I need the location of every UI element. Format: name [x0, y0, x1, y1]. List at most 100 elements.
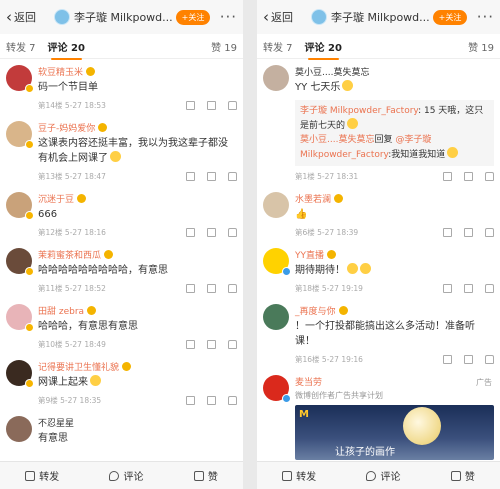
- comment-icon[interactable]: [207, 395, 216, 405]
- like-icon[interactable]: [228, 395, 237, 405]
- share-icon[interactable]: [186, 283, 195, 293]
- comment-username[interactable]: 田甜 zebra: [38, 304, 84, 317]
- avatar[interactable]: [263, 192, 289, 218]
- comment-icon[interactable]: [464, 283, 473, 293]
- account-header[interactable]: 李子璇 Milkpowd... +关注: [54, 9, 214, 25]
- like-icon[interactable]: [228, 171, 237, 181]
- comment-username[interactable]: 水墨若澜: [295, 192, 331, 205]
- ad-tag[interactable]: 广告: [476, 377, 492, 388]
- share-icon[interactable]: [186, 339, 195, 349]
- more-icon[interactable]: ···: [220, 9, 237, 25]
- like-icon[interactable]: [485, 354, 494, 364]
- badge-icon: [87, 306, 97, 315]
- like-icon[interactable]: [228, 339, 237, 349]
- like-icon[interactable]: [485, 171, 494, 181]
- comment-icon[interactable]: [464, 354, 473, 364]
- comment-button[interactable]: 评论: [109, 468, 143, 483]
- comment-username[interactable]: 莫小豆....莫失莫忘: [295, 65, 369, 78]
- avatar[interactable]: [6, 65, 34, 93]
- like-label: 赞: [207, 472, 218, 483]
- reply-username[interactable]: 李子璇 Milkpowder_Factory: [300, 106, 418, 116]
- avatar[interactable]: [6, 121, 34, 149]
- list-item: 记得要讲卫生懂礼貌 网课上起来 第9楼 5-27 18:35: [0, 354, 243, 410]
- comment-text: 666: [38, 209, 58, 220]
- comment-list: 莫小豆....莫失莫忘 YY 七天乐 李子璇 Milkpowder_Factor…: [257, 59, 500, 464]
- comment-icon[interactable]: [207, 339, 216, 349]
- follow-button[interactable]: +关注: [432, 9, 468, 25]
- like-icon[interactable]: [485, 283, 494, 293]
- comment-username[interactable]: 豆子-妈妈爱你: [38, 121, 95, 134]
- like-icon[interactable]: [228, 100, 237, 110]
- list-item: 茉莉蜜茶和西瓜 哈哈哈哈哈哈哈哈哈，有意思 第11楼 5-27 18:52: [0, 242, 243, 298]
- tab-comments[interactable]: 评论 20: [48, 39, 85, 60]
- share-icon[interactable]: [186, 100, 195, 110]
- badge-icon: [77, 194, 87, 203]
- emoji-icon: [347, 118, 359, 129]
- follow-button[interactable]: +关注: [175, 9, 211, 25]
- share-icon[interactable]: [443, 283, 452, 293]
- comment-username[interactable]: 沉迷于豆: [38, 192, 74, 205]
- account-header[interactable]: 李子璇 Milkpowd... +关注: [311, 9, 471, 25]
- like-count[interactable]: 赞 19: [211, 39, 237, 54]
- comment-username[interactable]: YY直播: [295, 248, 324, 261]
- avatar[interactable]: [6, 192, 34, 220]
- avatar[interactable]: [6, 416, 32, 442]
- comment-icon[interactable]: [464, 227, 473, 237]
- avatar[interactable]: [6, 248, 34, 276]
- avatar[interactable]: [263, 248, 291, 276]
- back-button[interactable]: ‹ 返回: [6, 9, 54, 25]
- repost-button[interactable]: 转发: [25, 468, 59, 483]
- comment-icon[interactable]: [207, 227, 216, 237]
- comment-text: 👍: [295, 209, 308, 220]
- comment-icon[interactable]: [207, 171, 216, 181]
- share-icon[interactable]: [443, 227, 452, 237]
- comment-username[interactable]: 茉莉蜜茶和西瓜: [38, 248, 101, 261]
- verified-icon: [25, 211, 34, 220]
- comment-button[interactable]: 评论: [366, 468, 400, 483]
- repost-icon: [25, 470, 36, 481]
- avatar[interactable]: [6, 360, 34, 388]
- avatar[interactable]: [263, 65, 289, 91]
- ad-username[interactable]: 麦当劳: [295, 375, 322, 388]
- tab-repost[interactable]: 转发 7: [6, 39, 36, 54]
- tab-comments[interactable]: 评论 20: [305, 39, 342, 60]
- back-button[interactable]: ‹ 返回: [263, 9, 311, 25]
- more-icon[interactable]: ···: [477, 9, 494, 25]
- comment-icon[interactable]: [207, 100, 216, 110]
- comment-username[interactable]: 软豆精玉米: [38, 65, 83, 78]
- like-icon[interactable]: [485, 227, 494, 237]
- like-button[interactable]: 赞: [450, 468, 475, 483]
- reply-thread[interactable]: 李子璇 Milkpowder_Factory: 15 天哦，这只是前七天的 莫小…: [295, 100, 494, 166]
- list-item: 不忍星星 有意思: [0, 410, 243, 450]
- comment-username[interactable]: 记得要讲卫生懂礼貌: [38, 360, 119, 373]
- comment-meta: 第9楼 5-27 18:35: [38, 395, 102, 405]
- reply-text: 回复: [374, 135, 396, 145]
- comment-username[interactable]: _再度与你: [295, 304, 336, 317]
- comment-meta: 第13楼 5-27 18:47: [38, 171, 106, 181]
- share-icon[interactable]: [443, 171, 452, 181]
- account-name: 李子璇 Milkpowd...: [331, 11, 430, 24]
- comment-icon[interactable]: [464, 171, 473, 181]
- avatar[interactable]: [263, 375, 291, 403]
- like-icon[interactable]: [228, 227, 237, 237]
- share-icon[interactable]: [186, 227, 195, 237]
- avatar[interactable]: [263, 304, 289, 330]
- like-icon[interactable]: [228, 283, 237, 293]
- share-icon[interactable]: [443, 354, 452, 364]
- comment-username[interactable]: 不忍星星: [38, 416, 74, 429]
- like-button[interactable]: 赞: [193, 468, 218, 483]
- comment-icon[interactable]: [207, 283, 216, 293]
- like-count[interactable]: 赞 19: [468, 39, 494, 54]
- tab-repost[interactable]: 转发 7: [263, 39, 293, 54]
- back-label: 返回: [271, 11, 293, 24]
- share-icon[interactable]: [186, 171, 195, 181]
- ad-image[interactable]: M 让孩子的画作: [295, 405, 494, 460]
- repost-button[interactable]: 转发: [282, 468, 316, 483]
- reply-username[interactable]: 莫小豆....莫失莫忘: [300, 135, 374, 145]
- list-item: 莫小豆....莫失莫忘 YY 七天乐 李子璇 Milkpowder_Factor…: [257, 59, 500, 186]
- avatar[interactable]: [6, 304, 34, 332]
- share-icon[interactable]: [186, 395, 195, 405]
- reply-item: 李子璇 Milkpowder_Factory: 15 天哦，这只是前七天的: [300, 104, 489, 133]
- ad-item[interactable]: 麦当劳 微博创作者广告共享计划 M 让孩子的画作 广告: [257, 369, 500, 464]
- emoji-icon: [347, 263, 358, 274]
